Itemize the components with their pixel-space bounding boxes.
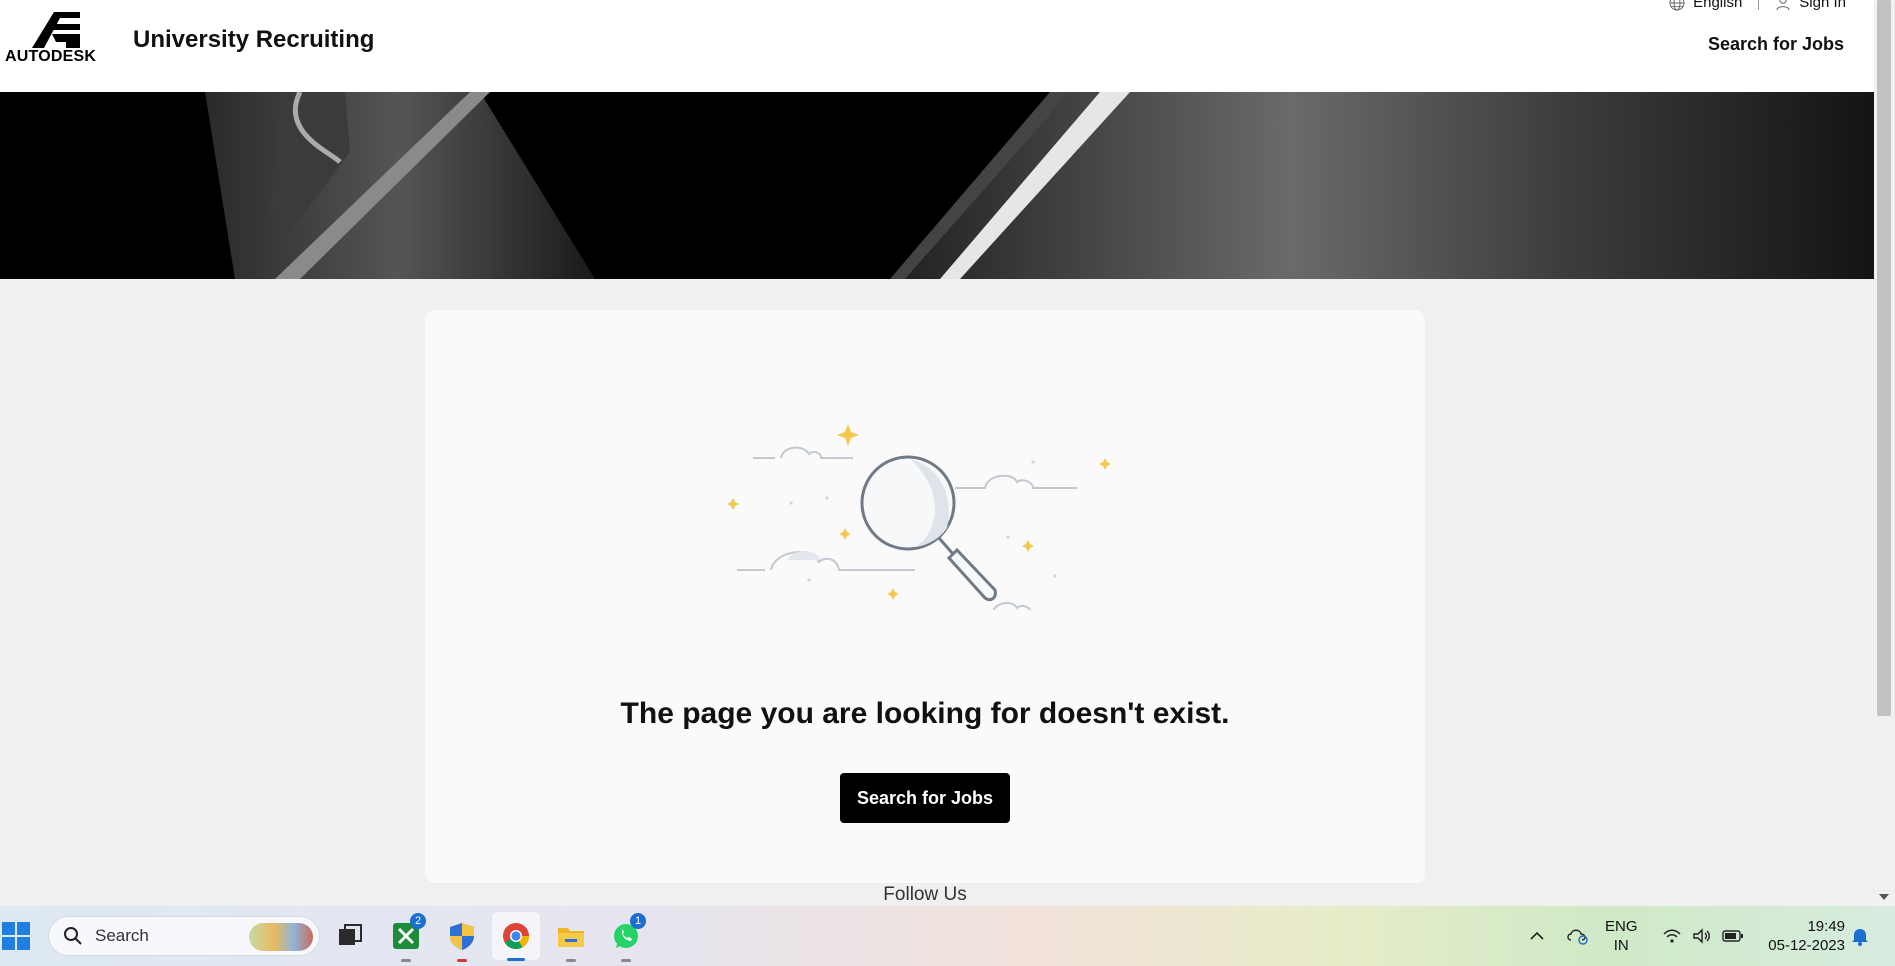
- active-indicator: [507, 958, 525, 961]
- whatsapp-button[interactable]: 1: [608, 913, 646, 962]
- error-message: The page you are looking for doesn't exi…: [620, 697, 1230, 730]
- quick-settings[interactable]: [1662, 906, 1744, 966]
- start-button[interactable]: [2, 922, 30, 950]
- hero-banner-image: [0, 92, 1874, 279]
- notifications-button[interactable]: [1850, 906, 1870, 966]
- cloud-sync-icon: [1567, 929, 1588, 945]
- sign-in-label: Sign In: [1799, 0, 1846, 11]
- site-title[interactable]: University Recruiting: [133, 26, 374, 54]
- site-header: AUTODESK University Recruiting English S…: [0, 0, 1874, 92]
- shield-icon: [450, 923, 474, 950]
- page-scrollbar[interactable]: [1874, 0, 1895, 906]
- task-view-icon: [339, 924, 362, 945]
- wifi-icon: [1663, 929, 1681, 943]
- running-indicator: [621, 959, 631, 962]
- xbox-badge: 2: [410, 913, 426, 929]
- running-indicator: [457, 959, 467, 962]
- nav-search-jobs-link[interactable]: Search for Jobs: [1708, 34, 1844, 55]
- whatsapp-badge: 1: [630, 913, 646, 929]
- clock-date: 05-12-2023: [1768, 937, 1845, 954]
- windows-security-button[interactable]: [444, 918, 480, 962]
- onedrive-tray[interactable]: [1566, 906, 1590, 966]
- utility-bar: English Sign In: [1669, 0, 1846, 11]
- language-selector[interactable]: English: [1669, 0, 1742, 11]
- chevron-up-icon: [1530, 931, 1544, 940]
- lang-region: IN: [1613, 937, 1629, 954]
- scroll-down-arrow-icon[interactable]: [1879, 894, 1889, 900]
- task-view-button[interactable]: [332, 918, 368, 954]
- running-indicator: [566, 959, 576, 962]
- chrome-icon: [503, 923, 530, 950]
- logo-wordmark: AUTODESK: [5, 48, 97, 65]
- bell-icon: [1852, 929, 1868, 946]
- file-explorer-button[interactable]: [553, 918, 589, 962]
- volume-icon: [1693, 928, 1710, 944]
- search-highlight-image: [249, 923, 313, 951]
- error-card: The page you are looking for doesn't exi…: [425, 310, 1425, 883]
- autodesk-logo-icon: [32, 12, 80, 48]
- windows-logo-icon: [2, 922, 30, 950]
- chrome-button[interactable]: [492, 912, 540, 961]
- search-jobs-button[interactable]: Search for Jobs: [840, 773, 1010, 823]
- system-clock[interactable]: 19:49 05-12-2023: [1755, 917, 1845, 955]
- windows-taskbar: Search 2 1 ENG IN 19:49 05-12-2023: [0, 906, 1895, 966]
- clock-time: 19:49: [1807, 918, 1845, 935]
- xbox-app-button[interactable]: 2: [388, 913, 426, 962]
- magnifier-clouds-illustration-icon: [727, 424, 1111, 610]
- search-icon: [64, 927, 82, 945]
- browser-viewport: AUTODESK University Recruiting English S…: [0, 0, 1874, 906]
- sign-in-link[interactable]: Sign In: [1775, 0, 1846, 11]
- user-icon: [1776, 0, 1790, 10]
- autodesk-logo[interactable]: AUTODESK: [4, 10, 106, 68]
- scrollbar-thumb[interactable]: [1877, 0, 1891, 716]
- running-indicator: [401, 959, 411, 962]
- language-label: English: [1693, 0, 1743, 11]
- follow-us-heading: Follow Us: [883, 884, 967, 905]
- folder-icon: [558, 928, 584, 947]
- globe-icon: [1669, 0, 1685, 10]
- taskbar-search-box[interactable]: Search: [48, 916, 320, 956]
- taskbar-search-placeholder: Search: [95, 926, 149, 945]
- input-language-indicator[interactable]: ENG IN: [1605, 917, 1638, 955]
- hero-banner: [0, 92, 1874, 279]
- battery-icon: [1722, 930, 1743, 942]
- show-hidden-icons-button[interactable]: [1528, 906, 1546, 966]
- divider: [1758, 0, 1760, 10]
- lang-code: ENG: [1605, 918, 1638, 935]
